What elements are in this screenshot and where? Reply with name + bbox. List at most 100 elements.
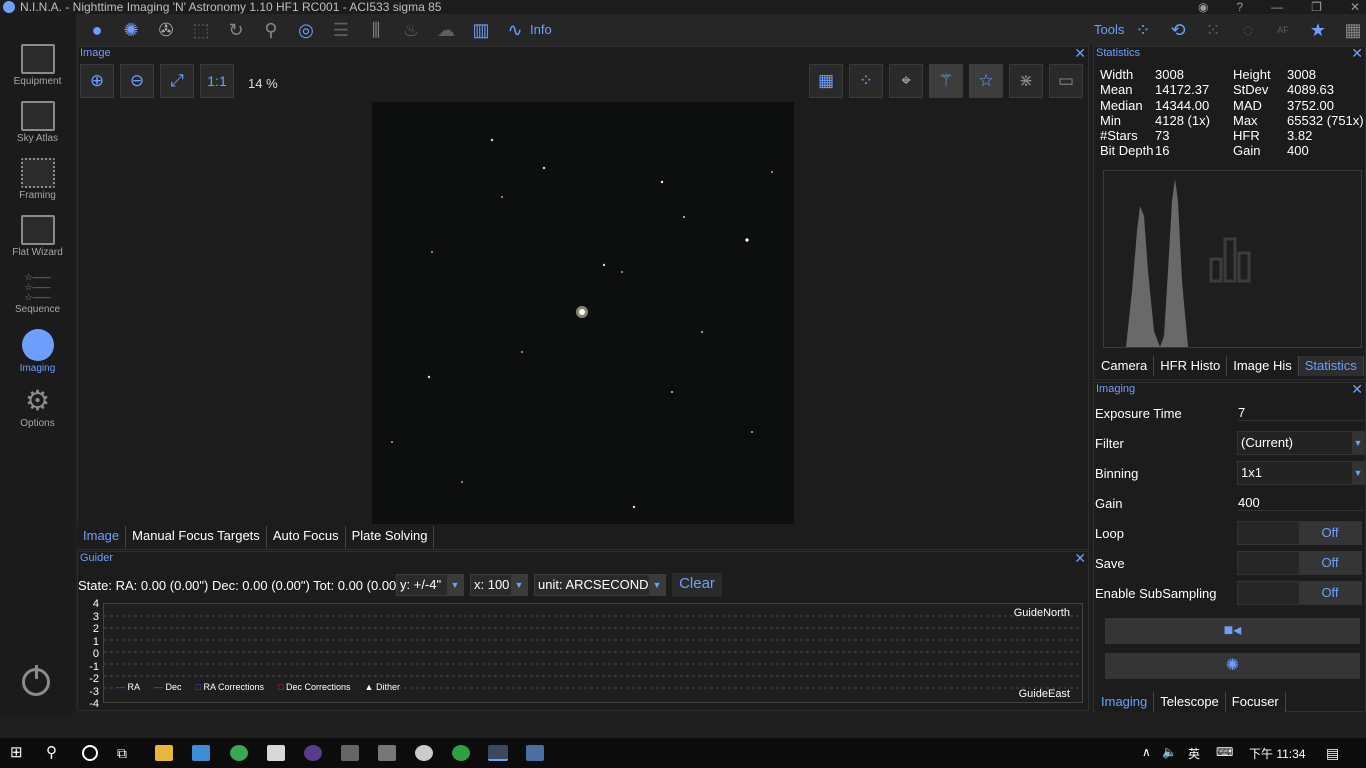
tab-hfr-histo[interactable]: HFR Histo: [1154, 356, 1228, 376]
bahtinov-icon[interactable]: ⋇: [1009, 64, 1043, 98]
autofocus-icon[interactable]: AF: [1272, 20, 1294, 40]
one-to-one-button[interactable]: 1:1: [200, 64, 234, 98]
target-icon[interactable]: ◌: [1237, 20, 1259, 40]
cortana-icon[interactable]: [82, 745, 98, 761]
help-icon[interactable]: ?: [1236, 0, 1243, 14]
clock[interactable]: 下午 11:34: [1249, 745, 1305, 762]
binning-select[interactable]: 1x1 ▼: [1237, 461, 1365, 485]
tab-auto-focus[interactable]: Auto Focus: [266, 526, 346, 548]
tab-focuser[interactable]: Focuser: [1225, 692, 1286, 712]
tab-image-histo[interactable]: Image His: [1227, 356, 1299, 376]
notepad-icon[interactable]: [267, 745, 285, 761]
save-toggle[interactable]: Off: [1237, 551, 1362, 575]
green-app-icon[interactable]: [452, 745, 470, 761]
ime-indicator[interactable]: 英: [1188, 745, 1200, 762]
minimize-button[interactable]: —: [1271, 0, 1283, 14]
weather-icon[interactable]: ☁: [435, 20, 457, 40]
info-label[interactable]: Info: [530, 22, 552, 37]
guide-graph[interactable]: GuideNorth GuideEast — RA — Dec □ RA Cor…: [103, 603, 1083, 703]
shutter-icon[interactable]: ✺: [120, 20, 142, 40]
subsampling-toggle[interactable]: Off: [1237, 581, 1362, 605]
nav-options[interactable]: ⚙ Options: [0, 370, 75, 430]
eye-icon[interactable]: ◉: [1198, 0, 1208, 14]
unit-select[interactable]: unit: ARCSECONDS ▼: [534, 574, 666, 596]
gain-label: Gain: [1095, 496, 1123, 511]
nav-sequence[interactable]: ☆—— ☆—— ☆—— Sequence: [0, 256, 75, 315]
y-scale-select[interactable]: y: +/-4" ▼: [396, 574, 464, 596]
snapshot-button[interactable]: ✺: [1105, 653, 1360, 679]
star-icon[interactable]: ★: [1307, 20, 1329, 40]
star-detect-icon[interactable]: ⁘: [1132, 20, 1154, 40]
switch-icon[interactable]: ⫼: [365, 20, 387, 40]
nav-flat-wizard[interactable]: Flat Wizard: [0, 199, 75, 258]
star-detection-icon[interactable]: ⁘: [849, 64, 883, 98]
telescope-icon[interactable]: ⚲: [260, 20, 282, 40]
nav-imaging[interactable]: Imaging: [0, 313, 75, 374]
window-app-icon[interactable]: [526, 745, 544, 761]
tray-chevron-icon[interactable]: ∧: [1142, 745, 1151, 759]
stretch-wand-icon[interactable]: ⚚: [929, 64, 963, 98]
stellarium-icon[interactable]: [304, 745, 322, 761]
crosshair-icon[interactable]: ⌖: [889, 64, 923, 98]
windows-start-icon[interactable]: ⊞: [10, 745, 28, 761]
star-annotate-icon[interactable]: ☆: [969, 64, 1003, 98]
x-scale-select[interactable]: x: 100 ▼: [470, 574, 528, 596]
telescope-app-icon[interactable]: [378, 745, 396, 761]
tools-label[interactable]: Tools: [1094, 22, 1124, 37]
close-button[interactable]: ✕: [1350, 0, 1360, 14]
camera-icon[interactable]: ●: [86, 20, 108, 40]
ime-mode-icon[interactable]: ⌨: [1216, 745, 1233, 759]
phd2-icon[interactable]: [415, 745, 433, 761]
close-icon[interactable]: ✕: [1074, 45, 1086, 62]
tab-image[interactable]: Image: [77, 526, 127, 548]
filter-wheel-icon[interactable]: ✇: [155, 20, 177, 40]
focuser-icon[interactable]: ⬚: [190, 20, 212, 40]
camera-app-icon[interactable]: [341, 745, 359, 761]
maximize-button[interactable]: ❐: [1311, 0, 1322, 14]
info-graph-icon[interactable]: ∿: [504, 20, 526, 40]
tab-plate-solving[interactable]: Plate Solving: [345, 526, 435, 548]
captured-image[interactable]: [372, 102, 794, 524]
nav-equipment[interactable]: Equipment: [0, 28, 75, 87]
zoom-out-icon[interactable]: ⊖: [120, 64, 154, 98]
notifications-icon[interactable]: ▤: [1326, 745, 1339, 762]
histogram: [1103, 170, 1362, 348]
tab-camera[interactable]: Camera: [1095, 356, 1155, 376]
grid-icon[interactable]: ▦: [809, 64, 843, 98]
fit-icon[interactable]: ⤢: [160, 64, 194, 98]
start-capture-button[interactable]: ■◂: [1105, 618, 1360, 644]
close-icon[interactable]: ✕: [1351, 45, 1363, 62]
search-icon[interactable]: ⚲: [46, 745, 64, 761]
tab-statistics[interactable]: Statistics: [1298, 356, 1364, 376]
tab-manual-focus-targets[interactable]: Manual Focus Targets: [126, 526, 267, 548]
rotator-icon[interactable]: ↻: [225, 20, 247, 40]
nina-taskbar-icon[interactable]: [488, 745, 508, 761]
chrome-icon[interactable]: [230, 745, 248, 761]
gain-input[interactable]: 400: [1238, 495, 1363, 511]
close-icon[interactable]: ✕: [1351, 381, 1363, 398]
volume-icon[interactable]: 🔈: [1162, 745, 1177, 759]
nav-framing[interactable]: Framing: [0, 142, 75, 201]
loop-toggle[interactable]: Off: [1237, 521, 1362, 545]
file-explorer-icon[interactable]: [155, 745, 173, 761]
tab-telescope[interactable]: Telescope: [1154, 692, 1226, 712]
filter-select[interactable]: (Current) ▼: [1237, 431, 1365, 455]
close-icon[interactable]: ✕: [1074, 550, 1086, 567]
zoom-in-icon[interactable]: ⊕: [80, 64, 114, 98]
flat-device-icon[interactable]: ♨: [400, 20, 422, 40]
exposure-input[interactable]: 7: [1238, 405, 1363, 421]
hfr-icon[interactable]: ⁙: [1202, 20, 1224, 40]
tab-imaging[interactable]: Imaging: [1095, 692, 1155, 712]
power-icon[interactable]: [22, 665, 50, 696]
guider-icon[interactable]: ◎: [295, 20, 317, 40]
control-panel-icon[interactable]: [192, 745, 210, 761]
stat-gain: 400: [1287, 143, 1309, 158]
task-view-icon[interactable]: ⧉: [117, 745, 135, 761]
history-icon[interactable]: ⟲: [1167, 20, 1189, 40]
bar-chart-icon[interactable]: ▥: [470, 20, 492, 40]
subsample-icon[interactable]: ▭: [1049, 64, 1083, 98]
sequence-list-icon[interactable]: ☰: [330, 20, 352, 40]
calculator-icon[interactable]: ▦: [1342, 20, 1364, 40]
clear-button[interactable]: Clear: [672, 573, 722, 597]
nav-sky-atlas[interactable]: Sky Atlas: [0, 85, 75, 144]
